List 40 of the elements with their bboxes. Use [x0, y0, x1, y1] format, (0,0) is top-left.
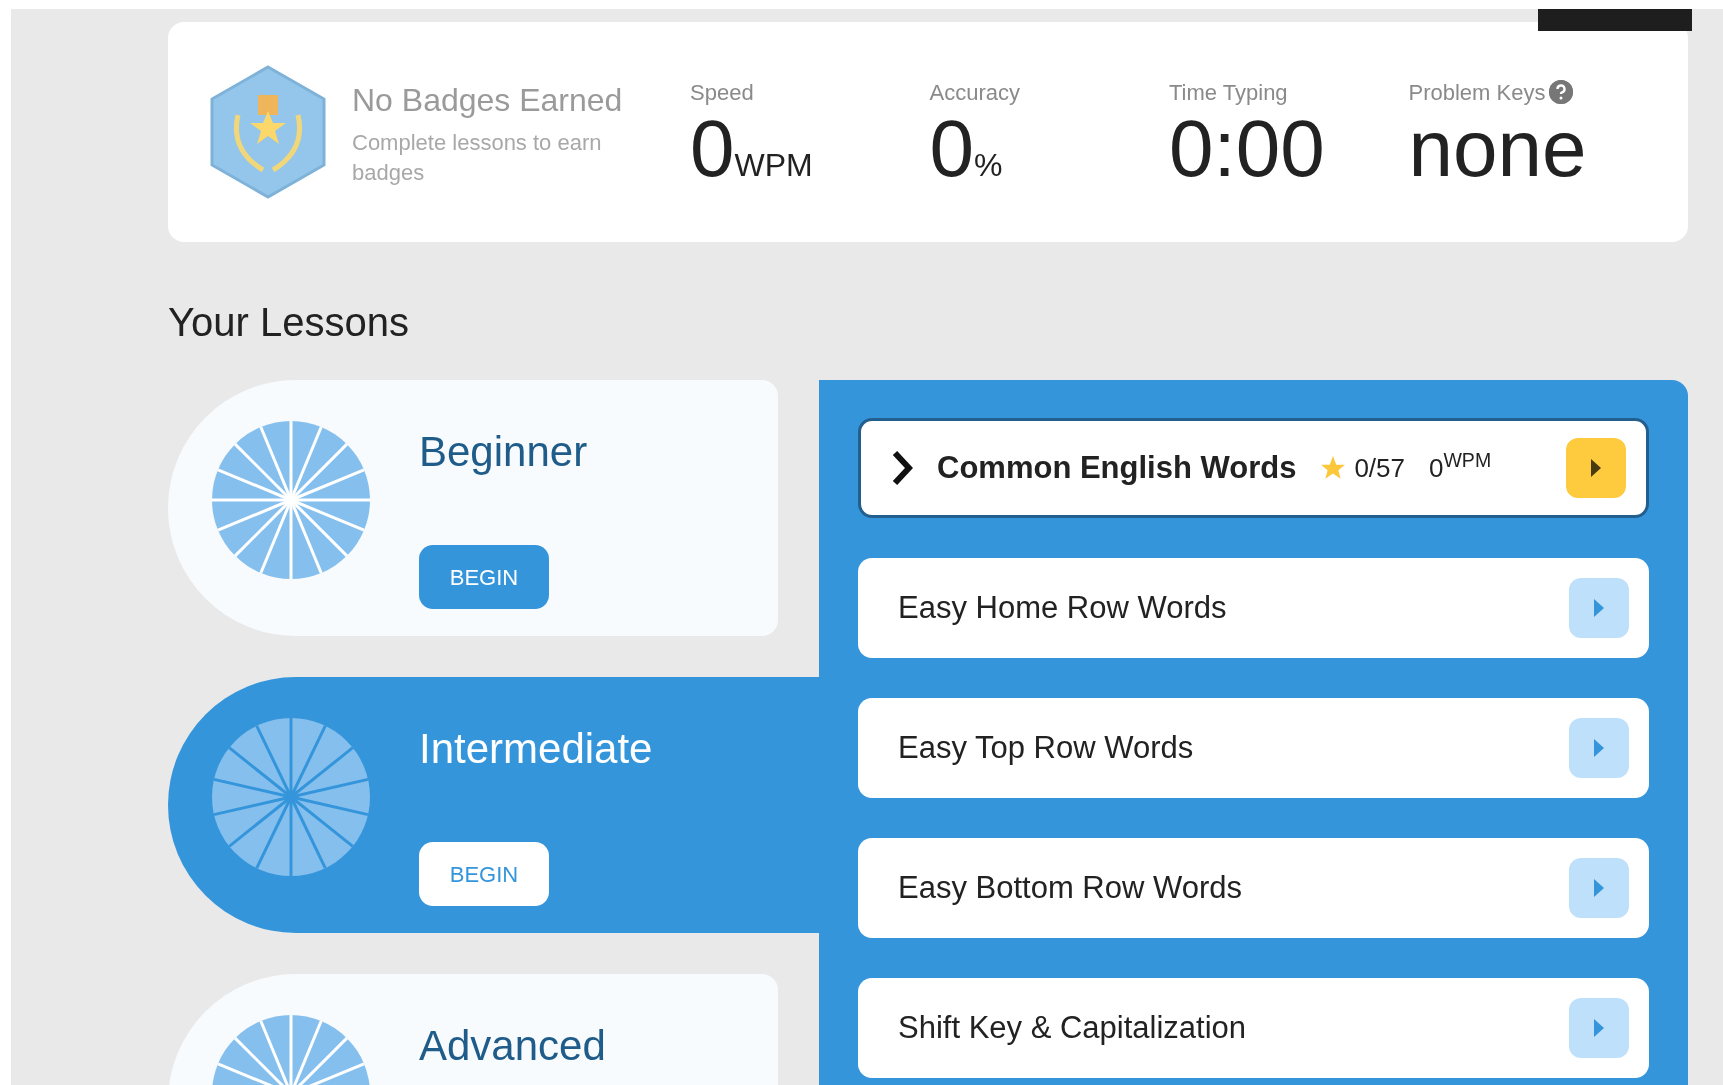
play-icon	[1592, 597, 1606, 619]
star-count: 0/57	[1354, 451, 1405, 485]
lesson-name: Easy Bottom Row Words	[898, 868, 1242, 907]
lesson-name: Easy Home Row Words	[898, 588, 1227, 627]
level-title: Beginner	[419, 427, 588, 477]
lesson-row[interactable]: Shift Key & Capitalization	[858, 978, 1649, 1078]
level-title: Intermediate	[419, 724, 653, 774]
badges-subtitle: Complete lessons to earn badges	[352, 129, 603, 187]
play-button[interactable]	[1566, 438, 1626, 498]
lesson-row[interactable]: Easy Bottom Row Words	[858, 838, 1649, 938]
chevron-icon	[891, 450, 913, 486]
lesson-name: Common English Words	[937, 448, 1297, 487]
stat-value: none	[1408, 108, 1587, 189]
level-title: Advanced	[419, 1021, 606, 1071]
lesson-name: Easy Top Row Words	[898, 728, 1194, 767]
stat-label: Time Typing	[1169, 78, 1288, 107]
level-card[interactable]: Beginner BEGIN	[168, 380, 778, 636]
level-card[interactable]: Advanced	[168, 974, 778, 1085]
stat-label: Problem Keys	[1408, 78, 1546, 107]
badge-medal-icon	[208, 65, 328, 199]
stat-label: Speed	[690, 78, 754, 107]
play-icon	[1589, 457, 1603, 479]
section-heading: Your Lessons	[168, 299, 410, 346]
lesson-wpm: 0$^{WPM}$	[1429, 448, 1492, 485]
lesson-row[interactable]: Easy Top Row Words	[858, 698, 1649, 798]
help-icon[interactable]	[1549, 80, 1574, 104]
star-icon	[1320, 455, 1347, 481]
play-icon	[1592, 737, 1606, 759]
lesson-row[interactable]: Common English Words 0/57 0$^{WPM}$	[858, 418, 1649, 518]
badges-title: No Badges Earned	[352, 81, 624, 121]
stat-unit: WPM	[734, 146, 813, 185]
play-icon	[1592, 877, 1606, 899]
play-icon	[1592, 1017, 1606, 1039]
stat-label: Accuracy	[929, 78, 1020, 107]
stat-value: 0	[690, 108, 735, 189]
stat-value: 0:00	[1169, 108, 1325, 189]
lesson-name: Shift Key & Capitalization	[898, 1008, 1247, 1047]
lesson-row[interactable]: Easy Home Row Words	[858, 558, 1649, 658]
stat-value: 0	[929, 108, 974, 189]
stat-unit: %	[974, 145, 1003, 185]
